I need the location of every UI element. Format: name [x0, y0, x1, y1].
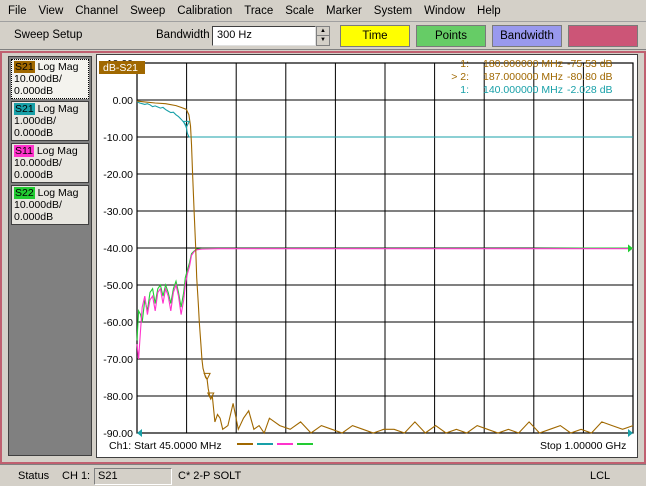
marker-frequency: 140.000000 MHz: [483, 84, 563, 96]
y-tick-label: -20.00: [103, 169, 133, 181]
menu-sweep[interactable]: Sweep: [124, 0, 171, 22]
marker-value: -2.028 dB: [567, 84, 613, 96]
status-parameter: S21: [94, 468, 172, 485]
chart-area[interactable]: 10.000.00-10.00-20.00-30.00-40.00-50.00-…: [96, 54, 638, 458]
marker-id: > 2:: [451, 71, 469, 83]
trace-scale: 1.000dB/: [14, 115, 57, 127]
trace-tag: S21: [14, 103, 35, 115]
toolbar: Sweep Setup Bandwidth 300 Hz ▲ ▼ Time Po…: [0, 22, 646, 50]
trace-item-1[interactable]: S21 Log Mag 10.000dB/ 0.000dB: [11, 59, 89, 99]
sweep-setup-label: Sweep Setup: [14, 29, 83, 41]
trace-ref: 0.000dB: [14, 211, 54, 223]
y-tick-label: 0.00: [113, 95, 134, 107]
trace-ref: 0.000dB: [14, 127, 54, 139]
points-button[interactable]: Points: [416, 25, 486, 47]
spin-down-icon[interactable]: ▼: [317, 36, 329, 45]
trace-panel: S21 Log Mag 10.000dB/ 0.000dB S21 Log Ma…: [8, 56, 92, 456]
menu-bar: File View Channel Sweep Calibration Trace Scal…: [0, 0, 646, 22]
spin-up-icon[interactable]: ▲: [317, 27, 329, 36]
trace-format: Log Mag: [37, 103, 79, 115]
y-tick-label: -30.00: [103, 206, 133, 218]
trace-scale: 10.000dB/: [14, 157, 62, 169]
trace-item-2[interactable]: S21 Log Mag 1.000dB/ 0.000dB: [11, 101, 89, 141]
menu-trace[interactable]: Trace: [238, 0, 279, 22]
stop-frequency: Stop 1.00000 GHz: [540, 440, 626, 452]
bandwidth-spinner[interactable]: ▲ ▼: [316, 26, 330, 46]
trace-tag: S22: [14, 187, 35, 199]
menu-help[interactable]: Help: [471, 0, 507, 22]
trace-format: Log Mag: [36, 145, 78, 157]
bandwidth-label: Bandwidth: [156, 29, 210, 41]
bandwidth-input[interactable]: 300 Hz: [212, 26, 316, 46]
marker-id: 1:: [460, 58, 469, 70]
trace-ref: 0.000dB: [14, 169, 54, 181]
y-tick-label: -80.00: [103, 391, 133, 403]
trace-ref: 0.000dB: [14, 85, 54, 97]
menu-system[interactable]: System: [368, 0, 418, 22]
trace-scale: 10.000dB/: [14, 73, 62, 85]
menu-scale[interactable]: Scale: [279, 0, 320, 22]
trace-scale: 10.000dB/: [14, 199, 62, 211]
marker-id: 1:: [460, 84, 469, 96]
marker-frequency: 180.000000 MHz: [483, 58, 563, 70]
trace-format: Log Mag: [37, 187, 79, 199]
time-button[interactable]: Time: [340, 25, 410, 47]
status-calibration: C* 2-P SOLT: [178, 470, 242, 482]
menu-file[interactable]: File: [2, 0, 33, 22]
marker-value: -75.53 dB: [567, 58, 613, 70]
y-tick-label: -40.00: [103, 243, 133, 255]
marker-value: -80.80 dB: [567, 71, 613, 83]
y-tick-label: -60.00: [103, 317, 133, 329]
menu-view[interactable]: View: [33, 0, 70, 22]
y-tick-label: -90.00: [103, 428, 133, 440]
trace-item-3[interactable]: S11 Log Mag 10.000dB/ 0.000dB: [11, 143, 89, 183]
trace-tag: S11: [14, 145, 34, 157]
start-frequency: Ch1: Start 45.0000 MHz: [109, 440, 222, 452]
status-label: Status: [18, 470, 50, 482]
blank-button[interactable]: [568, 25, 638, 47]
y-tick-label: -50.00: [103, 280, 133, 292]
trace-tag: S21: [14, 61, 35, 73]
menu-calibration[interactable]: Calibration: [171, 0, 238, 22]
menu-window[interactable]: Window: [418, 0, 471, 22]
bandwidth-button[interactable]: Bandwidth: [492, 25, 562, 47]
status-mode: LCL: [590, 470, 611, 482]
menu-channel[interactable]: Channel: [69, 0, 124, 22]
menu-marker[interactable]: Marker: [320, 0, 368, 22]
status-channel: CH 1:: [62, 470, 91, 482]
y-tick-label: -70.00: [103, 354, 133, 366]
trace-format: Log Mag: [37, 61, 79, 73]
active-trace-label: dB-S21: [103, 62, 138, 74]
trace-item-4[interactable]: S22 Log Mag 10.000dB/ 0.000dB: [11, 185, 89, 225]
trace-plot[interactable]: 10.000.00-10.00-20.00-30.00-40.00-50.00-…: [97, 55, 639, 459]
marker-frequency: 187.000000 MHz: [483, 71, 563, 83]
status-bar: Status CH 1: S21 C* 2-P SOLT LCL: [0, 464, 646, 486]
y-tick-label: -10.00: [103, 132, 133, 144]
